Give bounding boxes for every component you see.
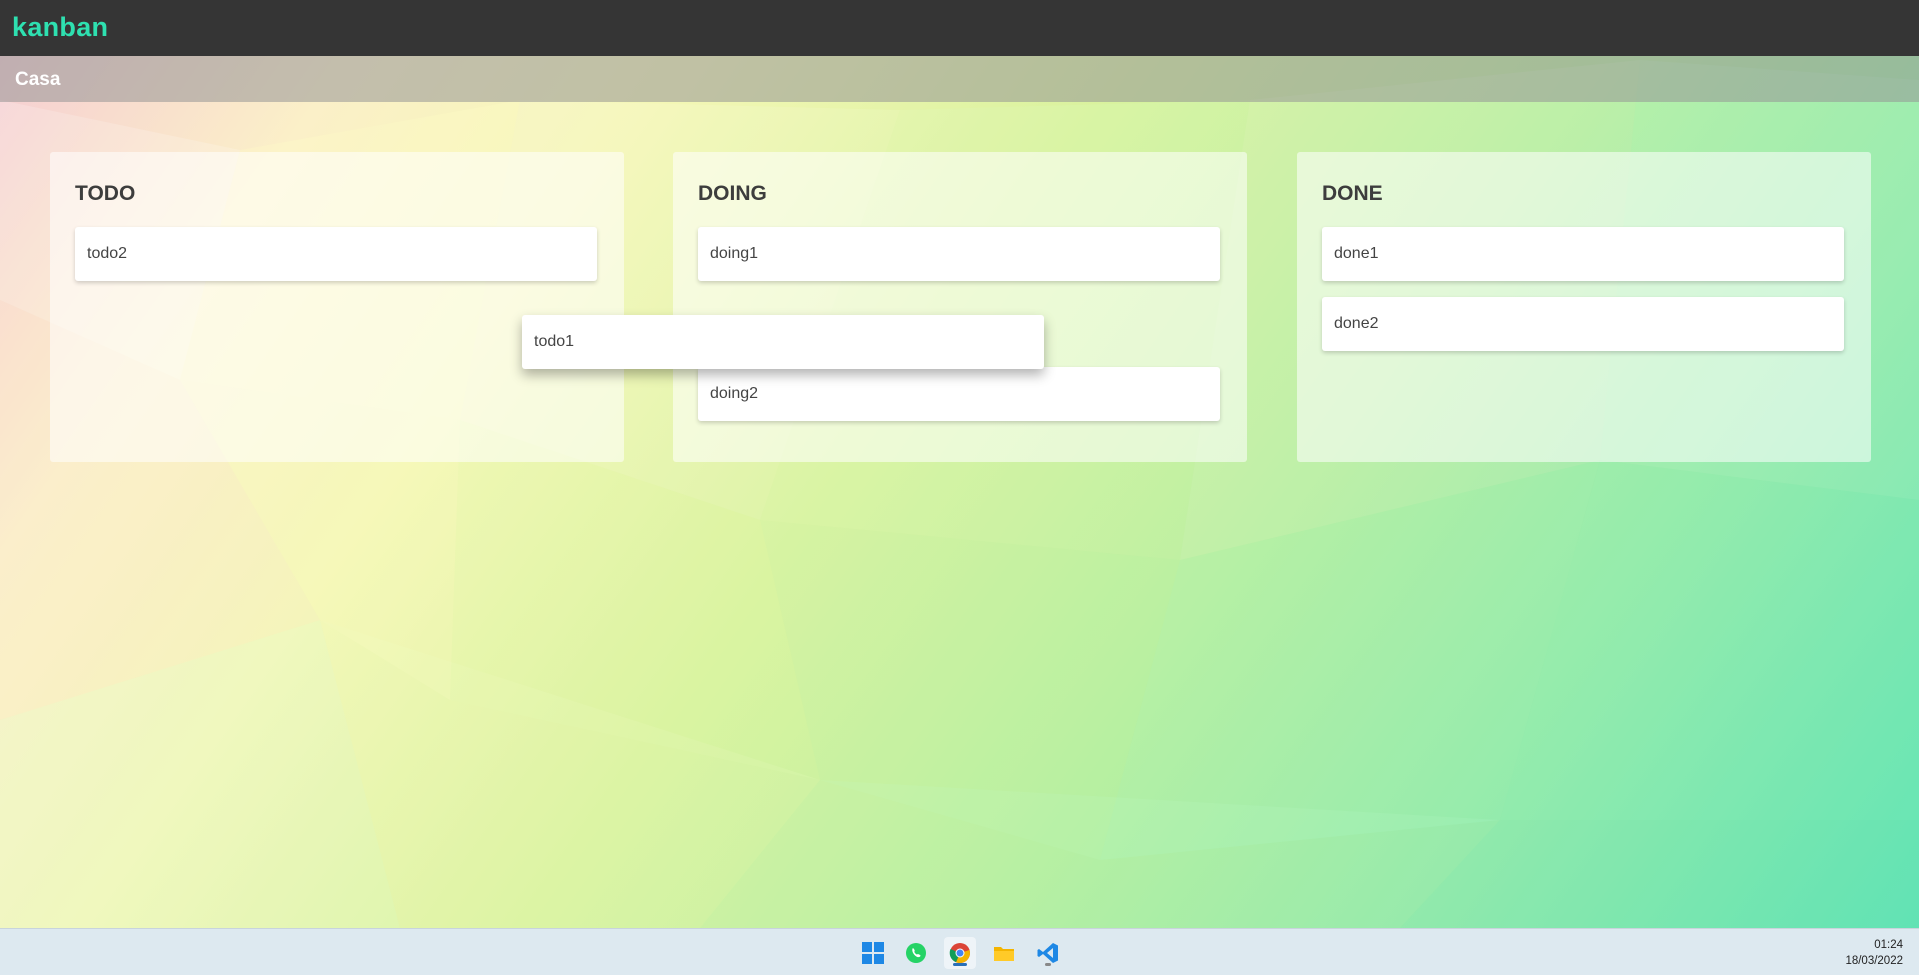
column-done: DONE done1 done2 [1297, 152, 1871, 462]
active-app-indicator [953, 963, 967, 966]
board-header-bar: Casa [0, 56, 1919, 102]
windows-start-icon[interactable] [857, 937, 889, 969]
board-title: Casa [15, 69, 61, 90]
card-label: doing2 [710, 385, 759, 402]
open-app-indicator [1045, 963, 1051, 966]
top-navigation-bar: kanban [0, 0, 1919, 56]
card-label: todo2 [87, 245, 128, 262]
column-title: DONE [1322, 182, 1383, 205]
card-label: done2 [1334, 315, 1379, 332]
card-label: done1 [1334, 245, 1379, 262]
card-label: doing1 [710, 245, 759, 262]
card[interactable]: doing2 [698, 367, 1220, 421]
clock-date: 18/03/2022 [1845, 955, 1903, 967]
vscode-icon[interactable] [1032, 937, 1064, 969]
card-label: todo1 [534, 333, 575, 350]
file-explorer-icon[interactable] [988, 937, 1020, 969]
card[interactable]: done1 [1322, 227, 1844, 281]
column-title: DOING [698, 182, 767, 205]
app-logo-title[interactable]: kanban [12, 12, 108, 43]
dragging-card[interactable]: todo1 [522, 315, 1044, 369]
whatsapp-icon[interactable] [900, 937, 932, 969]
system-clock[interactable]: 01:24 18/03/2022 [1845, 937, 1903, 969]
windows-taskbar: 01:24 18/03/2022 [0, 928, 1919, 975]
clock-time: 01:24 [1874, 939, 1903, 951]
column-doing: DOING doing1 doing2 [673, 152, 1247, 462]
card[interactable]: doing1 [698, 227, 1220, 281]
column-todo: TODO todo2 [50, 152, 624, 462]
polygon-pattern [0, 60, 1919, 928]
card[interactable]: done2 [1322, 297, 1844, 351]
card[interactable]: todo2 [75, 227, 597, 281]
chrome-icon[interactable] [944, 937, 976, 969]
column-title: TODO [75, 182, 136, 205]
background-wallpaper [0, 0, 1919, 974]
